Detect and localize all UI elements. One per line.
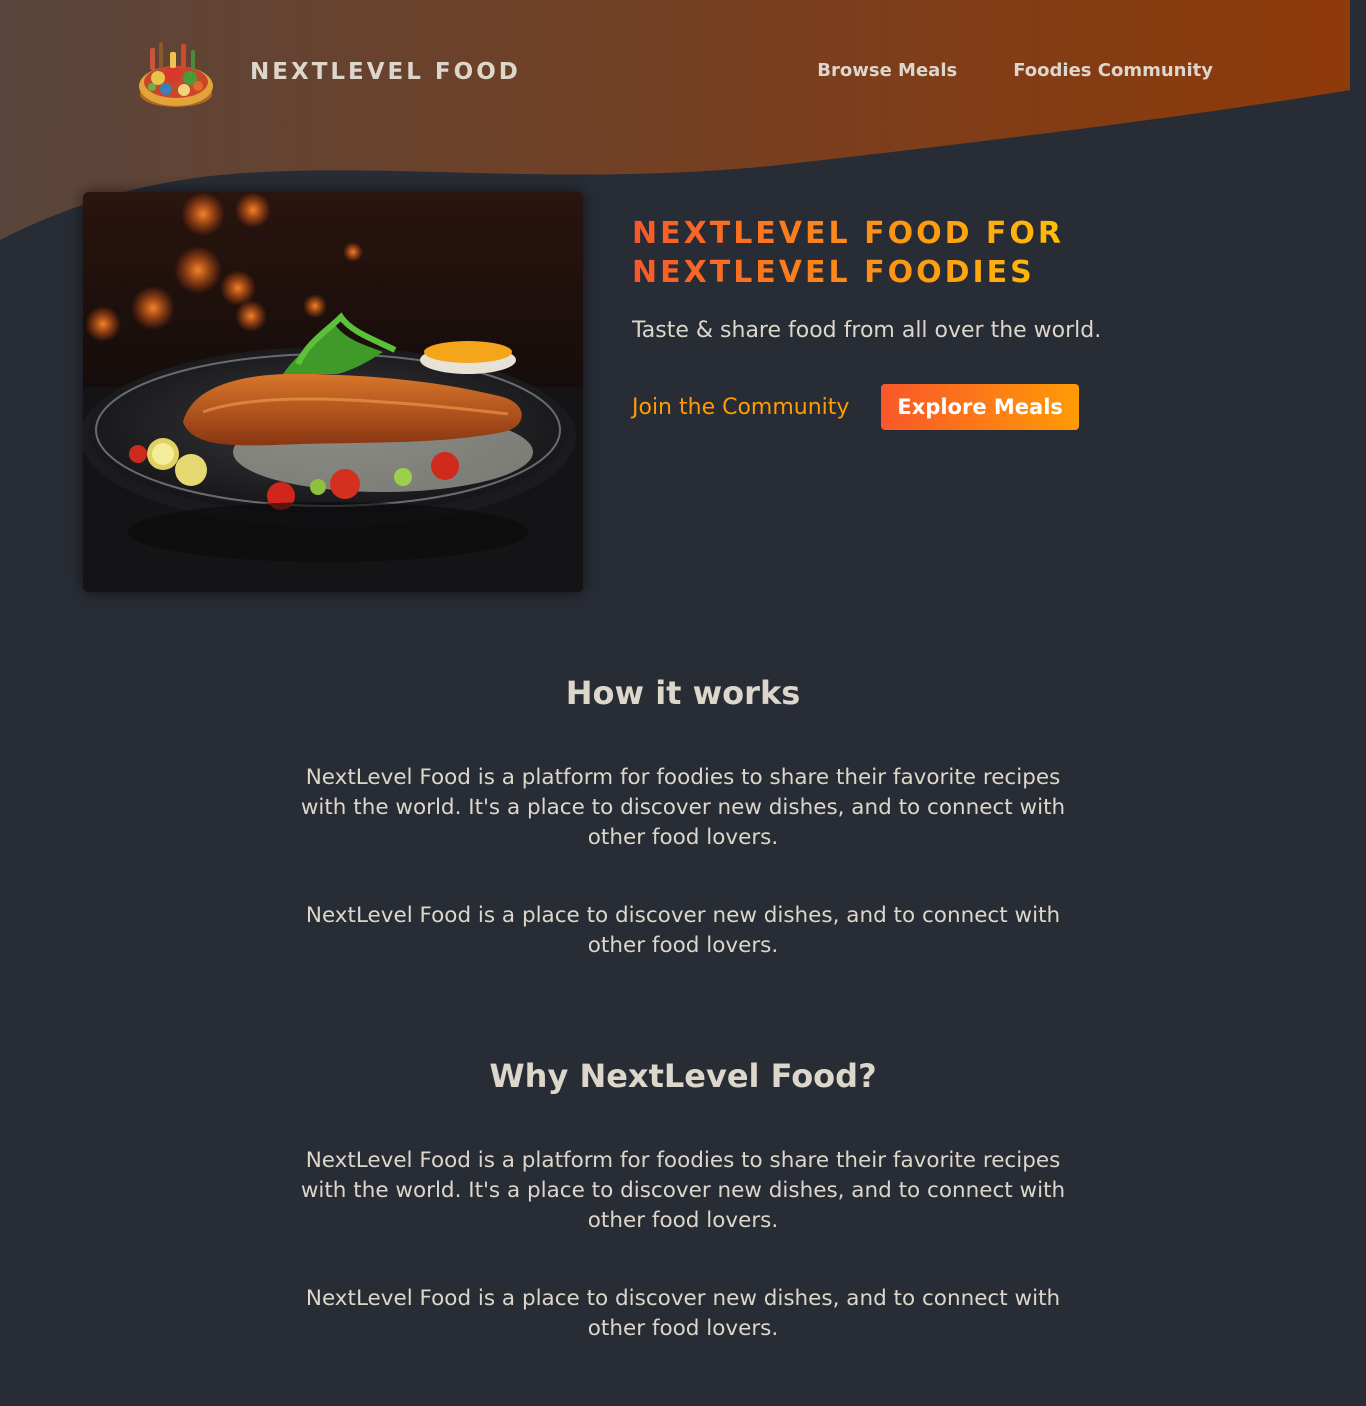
nav-foodies-community[interactable]: Foodies Community	[1013, 60, 1213, 81]
hero-text: NEXTLEVEL FOOD FOR NEXTLEVEL FOODIES Tas…	[632, 192, 1152, 592]
nav-browse-meals[interactable]: Browse Meals	[817, 60, 957, 81]
page: NEXTLEVEL FOOD Browse Meals Foodies Comm…	[0, 0, 1366, 1406]
hero-food-image	[83, 192, 583, 592]
site-header: NEXTLEVEL FOOD Browse Meals Foodies Comm…	[0, 0, 1366, 145]
hero-section: NEXTLEVEL FOOD FOR NEXTLEVEL FOODIES Tas…	[83, 192, 1152, 592]
how-it-works-paragraph-1: NextLevel Food is a platform for foodies…	[300, 765, 1066, 850]
main-nav: Browse Meals Foodies Community	[817, 60, 1213, 81]
hero-title-line1: NEXTLEVEL FOOD FOR	[632, 216, 1065, 251]
why-nextlevel-paragraph-2: NextLevel Food is a place to discover ne…	[305, 1286, 1061, 1341]
hero-subtitle: Taste & share food from all over the wor…	[632, 318, 1102, 343]
how-it-works-paragraph-2: NextLevel Food is a place to discover ne…	[305, 903, 1061, 958]
hero-title-line2: NEXTLEVEL FOODIES	[632, 255, 1035, 290]
how-it-works-section: How it works NextLevel Food is a platfor…	[283, 673, 1083, 961]
why-nextlevel-paragraph-1: NextLevel Food is a platform for foodies…	[300, 1148, 1066, 1233]
hero-cta-group: Join the Community Explore Meals	[632, 384, 1152, 430]
hero-title: NEXTLEVEL FOOD FOR NEXTLEVEL FOODIES	[632, 214, 1112, 292]
how-it-works-heading: How it works	[565, 674, 801, 712]
logo-home-link[interactable]: NEXTLEVEL FOOD	[136, 34, 521, 110]
join-community-link[interactable]: Join the Community	[632, 395, 849, 420]
why-nextlevel-section: Why NextLevel Food? NextLevel Food is a …	[283, 1056, 1083, 1344]
why-nextlevel-heading: Why NextLevel Food?	[489, 1057, 877, 1095]
logo-text: NEXTLEVEL FOOD	[250, 59, 521, 85]
food-platter-icon	[139, 42, 213, 107]
explore-meals-button[interactable]: Explore Meals	[881, 384, 1079, 430]
